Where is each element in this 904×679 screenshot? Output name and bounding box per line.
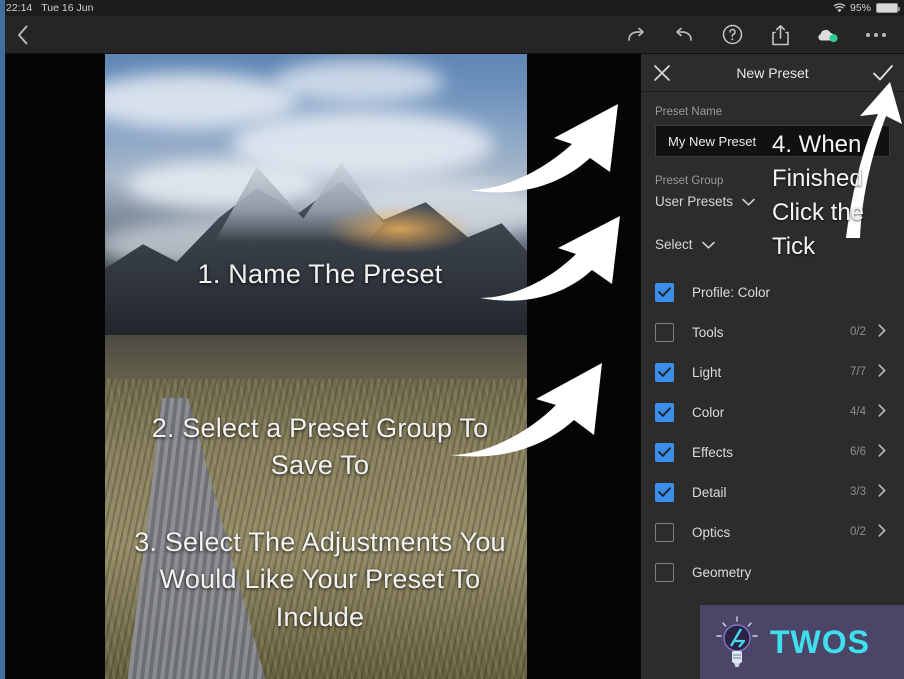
checkbox-checked-icon[interactable] xyxy=(655,482,674,502)
close-icon[interactable] xyxy=(653,64,671,82)
preset-name-label: Preset Name xyxy=(655,106,723,118)
photo-canvas[interactable]: 1. Name The Preset 2. Select a Preset Gr… xyxy=(0,54,641,679)
battery-percent-label: 95% xyxy=(849,2,871,14)
adjustment-row-geometry[interactable]: Geometry xyxy=(655,552,890,592)
checkbox-unchecked-icon[interactable] xyxy=(655,522,674,542)
chevron-down-icon xyxy=(701,237,715,252)
preset-name-value: My New Preset xyxy=(668,133,757,149)
adjustment-label: Geometry xyxy=(692,564,752,580)
screen-left-edge xyxy=(0,0,5,679)
adjustment-row-effects[interactable]: Effects 6/6 xyxy=(655,432,890,472)
adjustment-label: Tools xyxy=(692,324,724,340)
app-root: 22:14 Tue 16 Jun 95% 1. Name The Preset … xyxy=(0,0,904,679)
adjustment-label: Effects xyxy=(692,444,734,460)
annotation-step-1: 1. Name The Preset xyxy=(197,259,443,289)
status-time: 22:14 xyxy=(6,2,33,14)
photo-sunlit-peak xyxy=(324,204,477,254)
adjustment-count: 6/6 xyxy=(850,446,866,458)
more-options-icon[interactable] xyxy=(864,23,888,47)
chevron-right-icon[interactable] xyxy=(878,364,886,380)
chevron-right-icon[interactable] xyxy=(878,324,886,340)
adjustment-label: Optics xyxy=(692,524,731,540)
toolbar-actions xyxy=(624,23,904,47)
status-bar-right: 95% xyxy=(833,2,904,14)
undo-icon[interactable] xyxy=(672,23,696,47)
status-date: Tue 16 Jun xyxy=(41,2,94,14)
adjustment-count: 7/7 xyxy=(850,366,866,378)
check-icon[interactable] xyxy=(872,63,894,83)
checkbox-unchecked-icon[interactable] xyxy=(655,322,674,342)
annotation-step-2: 2. Select a Preset Group To Save To xyxy=(151,413,489,481)
chevron-right-icon[interactable] xyxy=(878,524,886,540)
help-icon[interactable] xyxy=(720,23,744,47)
adjustment-label: Light xyxy=(692,364,722,380)
status-bar-left: 22:14 Tue 16 Jun xyxy=(0,2,93,14)
adjustment-label: Profile: Color xyxy=(692,284,771,300)
adjustment-group-list: Profile: Color Tools 0/2 Light 7/7 Color 4/4 Ef… xyxy=(655,272,890,592)
status-bar: 22:14 Tue 16 Jun 95% xyxy=(0,0,904,16)
adjustment-row-profile-color[interactable]: Profile: Color xyxy=(655,272,890,312)
lightbulb-icon xyxy=(714,615,760,669)
adjustment-label: Color xyxy=(692,404,725,420)
annotation-step-4: 4. When Finished Click the Tick xyxy=(772,131,865,261)
share-icon[interactable] xyxy=(768,23,792,47)
adjustment-count: 4/4 xyxy=(850,406,866,418)
chevron-right-icon[interactable] xyxy=(878,484,886,500)
battery-icon xyxy=(876,3,900,13)
checkbox-checked-icon[interactable] xyxy=(655,362,674,382)
watermark-text: TWOS xyxy=(770,623,870,660)
adjustment-count: 3/3 xyxy=(850,486,866,498)
checkbox-unchecked-icon[interactable] xyxy=(655,562,674,582)
adjustment-row-light[interactable]: Light 7/7 xyxy=(655,352,890,392)
adjustment-row-color[interactable]: Color 4/4 xyxy=(655,392,890,432)
adjustment-label: Detail xyxy=(692,484,727,500)
adjustment-count: 0/2 xyxy=(850,326,866,338)
select-label: Select xyxy=(655,237,693,252)
chevron-right-icon[interactable] xyxy=(878,404,886,420)
adjustment-row-optics[interactable]: Optics 0/2 xyxy=(655,512,890,552)
preset-group-value: User Presets xyxy=(655,194,734,209)
redo-icon[interactable] xyxy=(624,23,648,47)
adjustment-count: 0/2 xyxy=(850,526,866,538)
panel-title: New Preset xyxy=(736,64,809,81)
checkbox-checked-icon[interactable] xyxy=(655,402,674,422)
back-button[interactable] xyxy=(10,22,36,48)
chevron-right-icon[interactable] xyxy=(878,444,886,460)
adjustment-row-detail[interactable]: Detail 3/3 xyxy=(655,472,890,512)
wifi-icon xyxy=(833,3,846,13)
cloud-sync-icon[interactable] xyxy=(816,23,840,47)
adjustment-row-tools[interactable]: Tools 0/2 xyxy=(655,312,890,352)
panel-header: New Preset xyxy=(641,54,904,92)
checkbox-checked-icon[interactable] xyxy=(655,442,674,462)
annotation-step-3: 3. Select The Adjustments You Would Like… xyxy=(134,527,506,632)
checkbox-checked-icon[interactable] xyxy=(655,282,674,302)
watermark: TWOS xyxy=(700,605,904,679)
chevron-down-icon xyxy=(742,194,755,209)
top-toolbar xyxy=(0,16,904,54)
